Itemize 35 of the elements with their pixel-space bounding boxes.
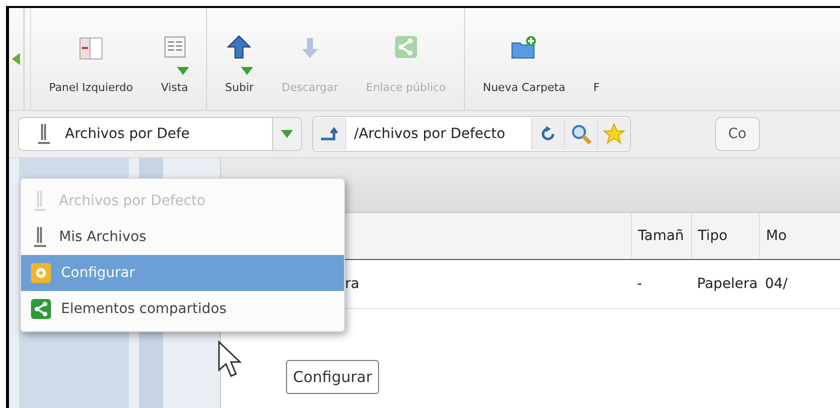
table-cell-text: - <box>636 275 644 294</box>
toolbar-button[interactable]: Vista <box>149 8 200 110</box>
menu-item[interactable]: Elementos compartidos <box>21 291 344 327</box>
drive-icon <box>31 190 49 212</box>
toolbar-button[interactable]: F <box>581 8 600 110</box>
storage-dropdown[interactable]: Archivos por Defe <box>18 117 302 151</box>
gear-icon <box>31 263 51 283</box>
new-folder-icon <box>510 35 538 61</box>
dropdown-caret-icon <box>176 67 189 75</box>
up-arrow-icon <box>227 35 252 61</box>
share-icon <box>31 299 51 319</box>
table-cell-text: Papelera <box>696 275 759 294</box>
drive-icon <box>31 226 49 248</box>
tooltip: Configurar <box>286 360 380 394</box>
column-header[interactable]: Tipo <box>691 213 759 259</box>
table-cell-text: 04/ <box>764 275 789 294</box>
refresh-icon[interactable] <box>531 118 564 150</box>
dropdown-caret-icon[interactable] <box>272 118 301 150</box>
toolbar-button[interactable]: Co <box>715 117 760 151</box>
up-arrow-icon <box>320 127 338 141</box>
toolbar-button[interactable]: Subir <box>213 8 266 110</box>
column-header[interactable]: Tamañ <box>631 213 691 259</box>
toolbar-button[interactable]: Nueva Carpeta <box>470 8 578 110</box>
collapse-arrow-icon[interactable] <box>12 53 20 65</box>
drive-icon <box>37 123 51 145</box>
parent-folder-button[interactable] <box>313 118 346 150</box>
share-icon <box>394 35 418 61</box>
table-cell-text: ra <box>344 275 360 294</box>
menu-item[interactable]: Mis Archivos <box>21 219 344 255</box>
panel-icon <box>79 35 103 61</box>
dropdown-caret-icon <box>241 67 254 75</box>
storage-name: Archivos por Defe <box>65 126 191 142</box>
toolbar-button[interactable]: Panel Izquierdo <box>37 8 146 110</box>
column-header[interactable]: Mo <box>759 213 840 259</box>
search-icon[interactable] <box>564 118 598 150</box>
